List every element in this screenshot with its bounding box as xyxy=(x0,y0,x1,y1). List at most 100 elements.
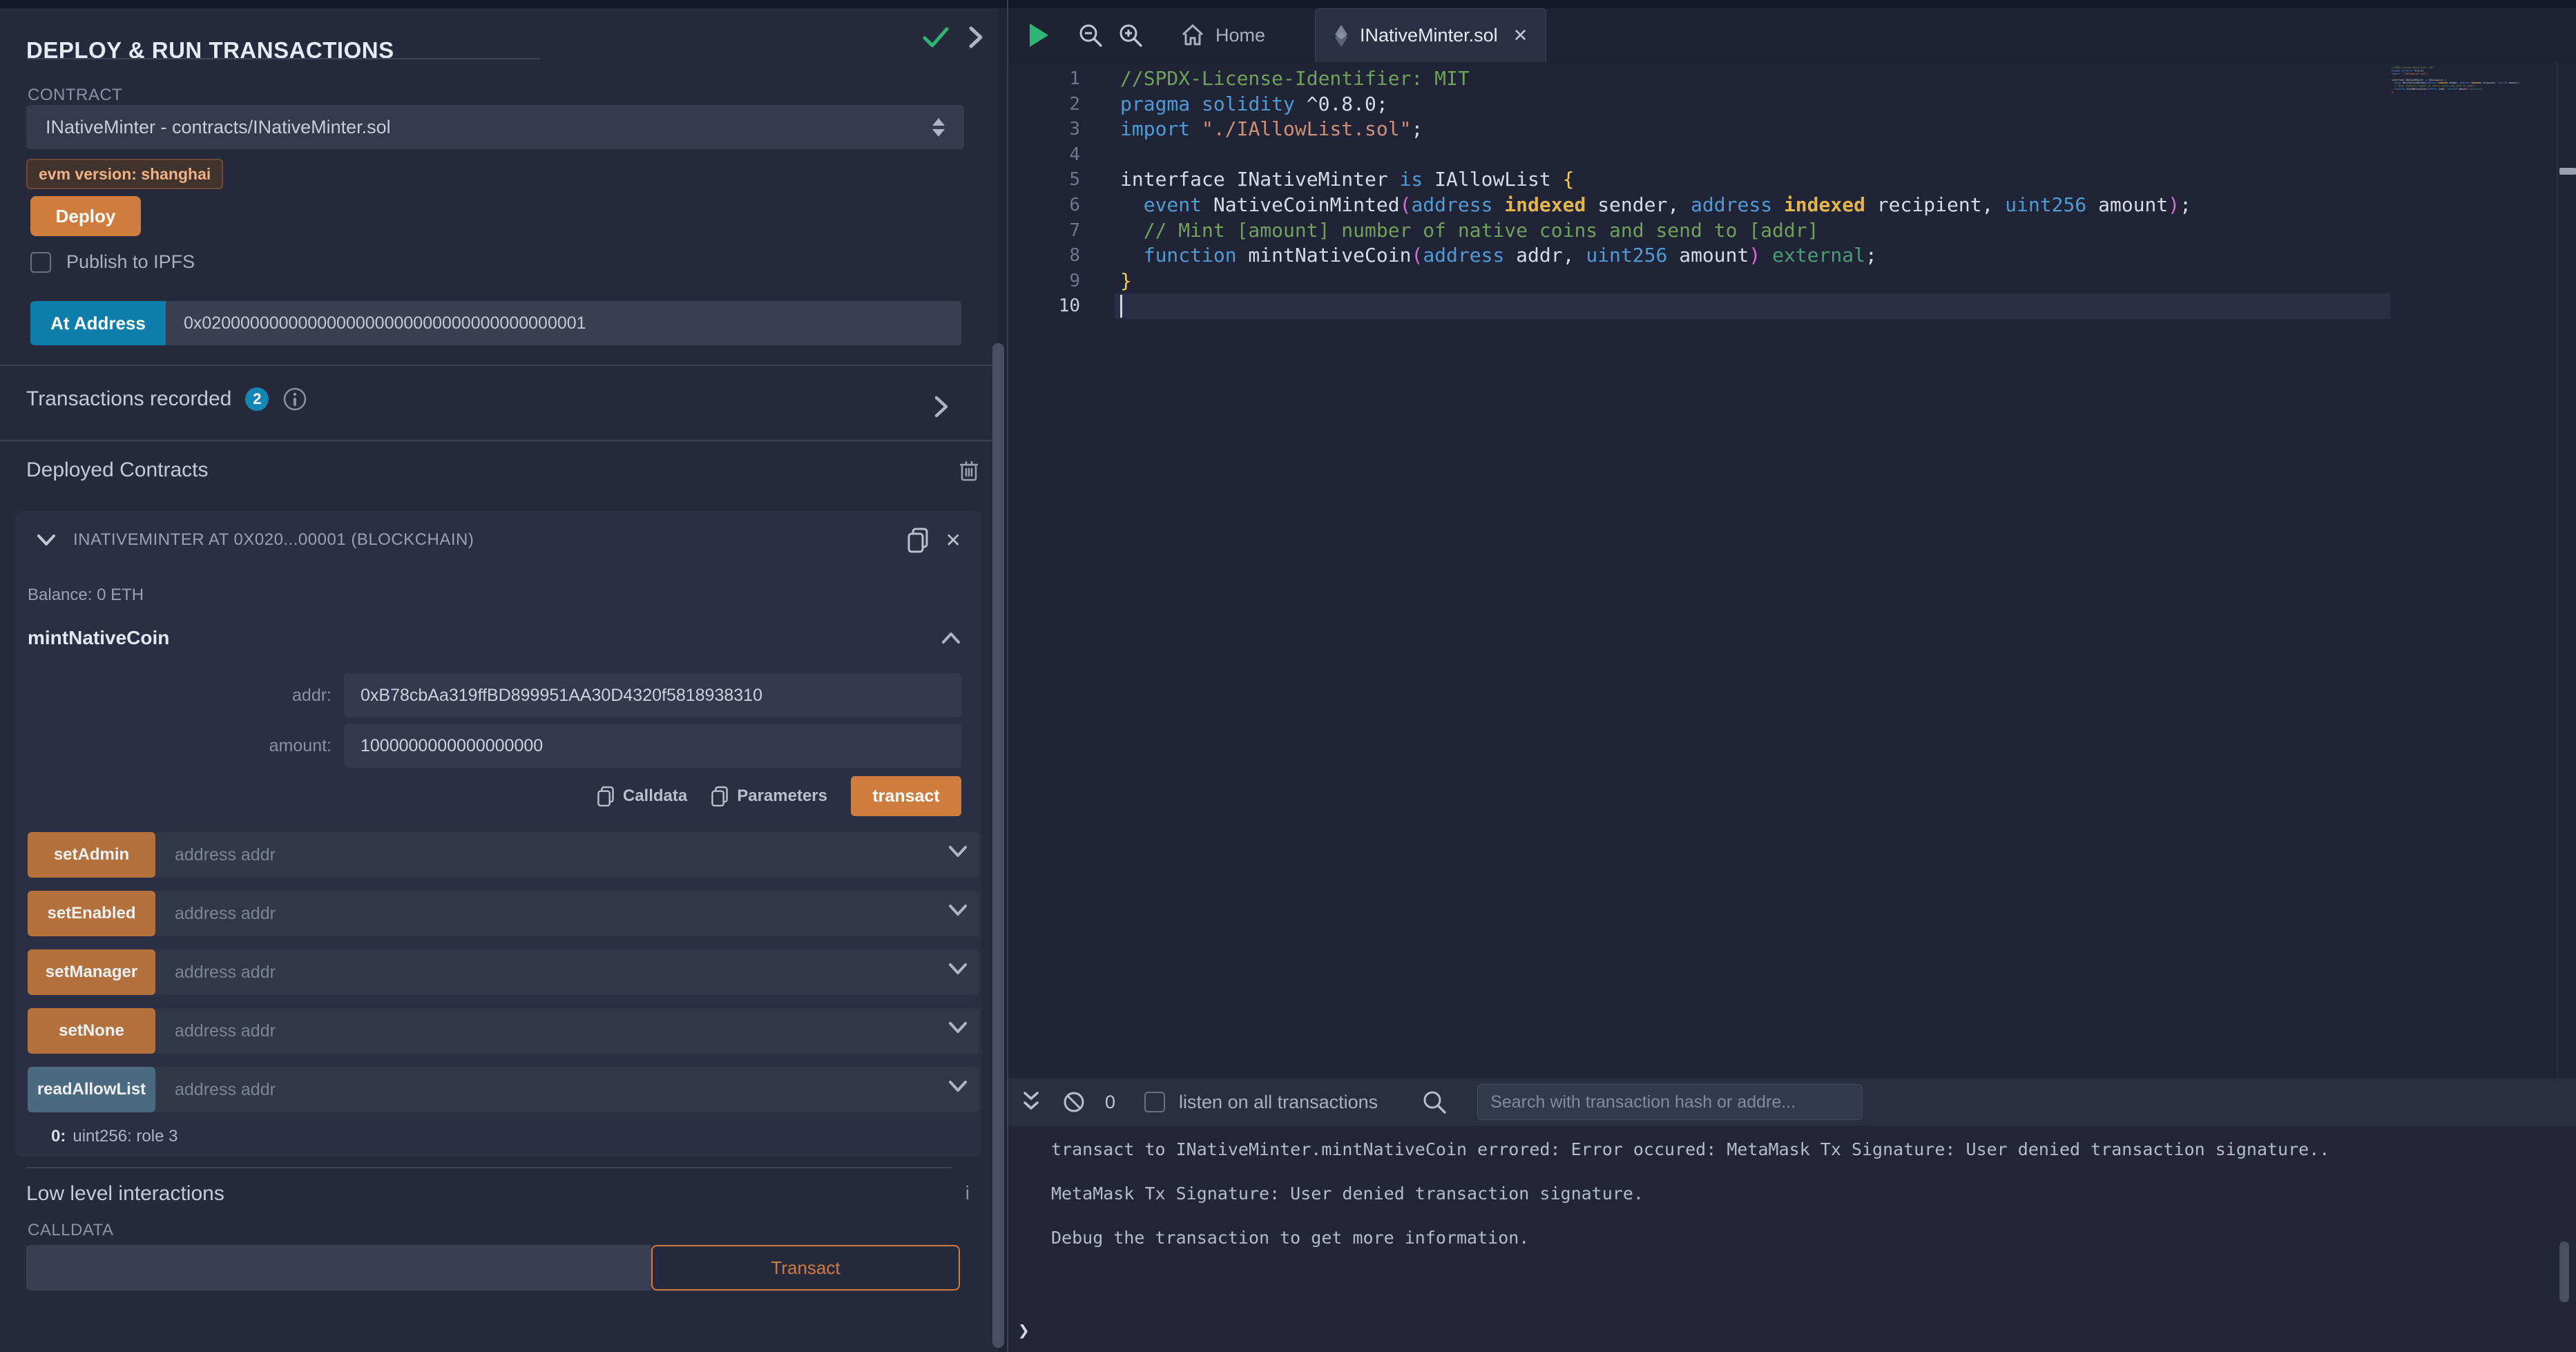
code-line-2[interactable]: pragma solidity ^0.8.0; xyxy=(1115,92,2391,117)
contract-card-header[interactable]: INATIVEMINTER AT 0X020...00001 (BLOCKCHA… xyxy=(15,511,982,569)
expand-function-chevron-icon[interactable] xyxy=(948,844,968,858)
transact-button[interactable]: transact xyxy=(851,776,961,816)
panel-collapse-chevron-icon[interactable] xyxy=(968,25,984,50)
copy-address-icon[interactable] xyxy=(907,527,929,553)
clear-deployed-trash-icon[interactable] xyxy=(959,458,979,482)
line-number: 1 xyxy=(1008,66,1115,92)
terminal-panel: 0 listen on all transactions Search with… xyxy=(1008,1079,2576,1352)
function-button-setNone[interactable]: setNone xyxy=(28,1008,155,1054)
info-icon[interactable] xyxy=(282,387,307,412)
terminal-search-input[interactable]: Search with transaction hash or addre... xyxy=(1477,1084,1863,1120)
publish-ipfs-checkbox[interactable] xyxy=(30,252,51,273)
contract-select-value: INativeMinter - contracts/INativeMinter.… xyxy=(46,117,391,138)
expand-function-chevron-icon[interactable] xyxy=(948,903,968,917)
line-number: 10 xyxy=(1008,293,1115,319)
select-caret-icon xyxy=(932,118,945,137)
remove-contract-icon[interactable]: ✕ xyxy=(945,529,961,552)
editor-tab-bar: Home INativeMinter.sol ✕ xyxy=(1008,8,2576,62)
transactions-recorded-label: Transactions recorded xyxy=(26,387,231,411)
expand-function-chevron-icon[interactable] xyxy=(948,1079,968,1093)
deployed-contract-card: INATIVEMINTER AT 0X020...00001 (BLOCKCHA… xyxy=(15,511,982,1157)
contract-label: CONTRACT xyxy=(28,86,122,105)
function-collapse-chevron-up-icon[interactable] xyxy=(941,631,961,645)
function-row-setEnabled: setEnabledaddress addr xyxy=(28,891,979,936)
code-line-5[interactable]: interface INativeMinter is IAllowList { xyxy=(1115,167,2391,193)
low-level-transact-button[interactable]: Transact xyxy=(651,1245,960,1291)
copy-calldata-button[interactable]: Calldata xyxy=(597,785,687,807)
pending-tx-count: 0 xyxy=(1105,1092,1115,1113)
transactions-expand-chevron-icon[interactable] xyxy=(934,395,949,418)
code-line-9[interactable]: } xyxy=(1115,269,2391,294)
code-line-10[interactable] xyxy=(1115,293,2391,319)
code-line-6[interactable]: event NativeCoinMinted(address indexed s… xyxy=(1115,193,2391,218)
terminal-collapse-double-chevron-icon[interactable] xyxy=(1021,1090,1041,1114)
line-number: 4 xyxy=(1008,142,1115,168)
tab-home-label: Home xyxy=(1215,25,1265,46)
field-input[interactable]: 0xB78cbAa319ffBD899951AA30D4320f58189383… xyxy=(344,673,961,717)
return-index: 0: xyxy=(51,1127,66,1146)
terminal-log-line: transact to INativeMinter.mintNativeCoin… xyxy=(1051,1139,2329,1159)
code-line-7[interactable]: // Mint [amount] number of native coins … xyxy=(1115,218,2391,244)
field-label: addr: xyxy=(15,686,344,706)
code-line-3[interactable]: import "./IAllowList.sol"; xyxy=(1115,117,2391,142)
function-input-setAdmin[interactable]: address addr xyxy=(155,832,979,878)
line-number: 8 xyxy=(1008,243,1115,269)
card-collapse-chevron-icon[interactable] xyxy=(36,533,57,547)
at-address-input[interactable]: 0x02000000000000000000000000000000000000… xyxy=(166,301,961,345)
low-level-info-icon[interactable]: i xyxy=(965,1182,970,1204)
function-return-output: 0:uint256: role 3 xyxy=(51,1127,177,1146)
transactions-count-badge: 2 xyxy=(245,387,269,411)
function-button-setEnabled[interactable]: setEnabled xyxy=(28,891,155,936)
copy-parameters-button[interactable]: Parameters xyxy=(711,785,827,807)
contract-select[interactable]: INativeMinter - contracts/INativeMinter.… xyxy=(26,105,964,149)
publish-ipfs-row: Publish to IPFS xyxy=(30,251,195,273)
editor-minimap[interactable]: //SPDX-License-Identifier: MITpragma sol… xyxy=(2391,66,2557,149)
function-button-setAdmin[interactable]: setAdmin xyxy=(28,832,155,878)
zoom-out-icon[interactable] xyxy=(1077,22,1104,48)
terminal-prompt[interactable]: ❯ xyxy=(1018,1319,1030,1342)
panel-scrollbar-thumb[interactable] xyxy=(992,343,1004,1348)
clear-console-ban-icon[interactable] xyxy=(1062,1090,1086,1114)
evm-version-badge: evm version: shanghai xyxy=(26,159,223,189)
run-script-play-icon[interactable] xyxy=(1028,22,1050,48)
listen-transactions-label: listen on all transactions xyxy=(1179,1092,1378,1113)
function-input-setNone[interactable]: address addr xyxy=(155,1008,979,1054)
function-input-setManager[interactable]: address addr xyxy=(155,949,979,995)
field-input[interactable]: 1000000000000000000 xyxy=(344,724,961,768)
field-label: amount: xyxy=(15,736,344,756)
calldata-input[interactable] xyxy=(26,1245,651,1291)
terminal-scrollbar-thumb[interactable] xyxy=(2559,1242,2569,1302)
function-input-setEnabled[interactable]: address addr xyxy=(155,891,979,936)
terminal-log-line: Debug the transaction to get more inform… xyxy=(1051,1228,1529,1248)
editor-code-lines[interactable]: //SPDX-License-Identifier: MITpragma sol… xyxy=(1115,66,2391,319)
tab-home[interactable]: Home xyxy=(1163,8,1283,62)
expand-function-chevron-icon[interactable] xyxy=(948,1021,968,1034)
expand-function-chevron-icon[interactable] xyxy=(948,962,968,976)
tab-close-icon[interactable]: ✕ xyxy=(1513,25,1528,46)
function-row-readAllowList: readAllowListaddress addr xyxy=(28,1067,979,1112)
terminal-header: 0 listen on all transactions Search with… xyxy=(1008,1079,2576,1126)
function-row-setNone: setNoneaddress addr xyxy=(28,1008,979,1054)
transactions-recorded-row[interactable]: Transactions recorded 2 xyxy=(26,387,307,412)
listen-transactions-checkbox[interactable] xyxy=(1144,1092,1165,1112)
deployed-contracts-title: Deployed Contracts xyxy=(26,458,208,482)
code-line-1[interactable]: //SPDX-License-Identifier: MIT xyxy=(1115,66,2391,92)
line-number: 6 xyxy=(1008,193,1115,218)
function-button-setManager[interactable]: setManager xyxy=(28,949,155,995)
window-top-edge xyxy=(0,0,2576,8)
calldata-copy-label: Calldata xyxy=(623,786,687,806)
code-editor[interactable]: 12345678910 //SPDX-License-Identifier: M… xyxy=(1008,62,2576,1079)
compile-success-check-icon[interactable] xyxy=(922,26,950,49)
at-address-button[interactable]: At Address xyxy=(30,301,166,345)
zoom-in-icon[interactable] xyxy=(1117,22,1144,48)
code-line-8[interactable]: function mintNativeCoin(address addr, ui… xyxy=(1115,243,2391,269)
contract-balance: Balance: 0 ETH xyxy=(28,586,144,605)
function-button-readAllowList[interactable]: readAllowList xyxy=(28,1067,155,1112)
divider xyxy=(0,440,998,441)
terminal-log-line: MetaMask Tx Signature: User denied trans… xyxy=(1051,1184,1644,1204)
deploy-button[interactable]: Deploy xyxy=(30,196,141,236)
code-line-4[interactable] xyxy=(1115,142,2391,168)
function-input-readAllowList[interactable]: address addr xyxy=(155,1067,979,1112)
home-icon xyxy=(1181,23,1204,47)
tab-inativeminter[interactable]: INativeMinter.sol ✕ xyxy=(1315,8,1546,63)
